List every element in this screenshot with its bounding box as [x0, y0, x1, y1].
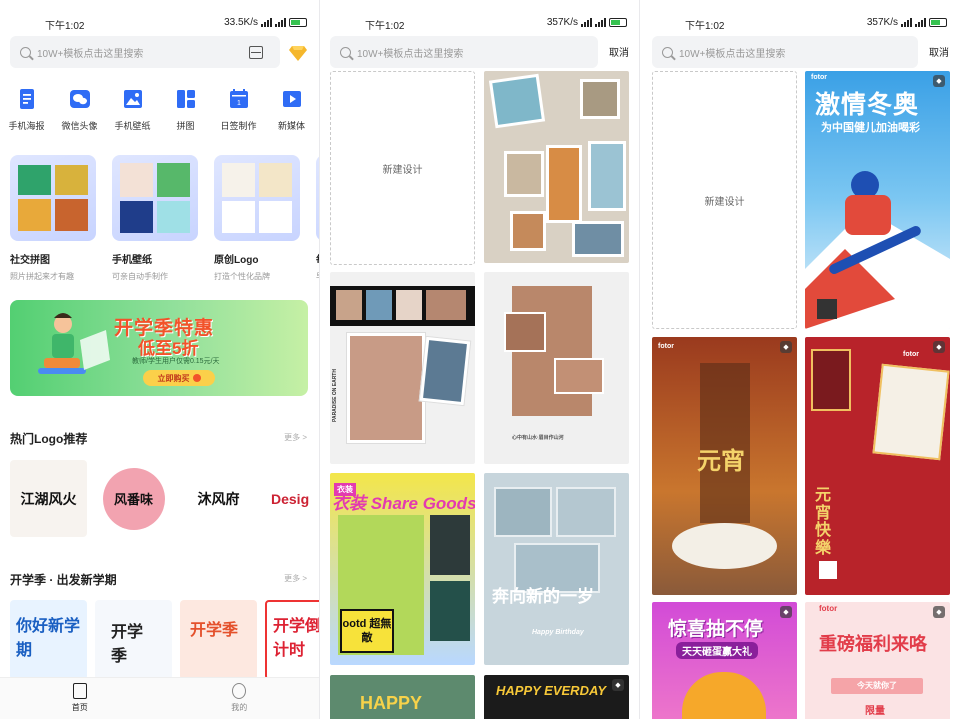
school-poster[interactable]: 开学倒计时: [265, 600, 319, 680]
template-tile[interactable]: 奔向新的一岁 Happy Birthday: [484, 473, 629, 665]
tool-collage[interactable]: 拼图: [159, 88, 212, 132]
collage-icon: [175, 88, 197, 110]
logo-card[interactable]: 风番味: [95, 460, 172, 537]
wechat-avatar-icon: [69, 88, 91, 110]
signal-icon: [261, 18, 272, 27]
battery-icon: [289, 18, 307, 27]
category-original-logo[interactable]: 原创Logo 打造个性化品牌: [214, 155, 300, 282]
category-thumb: [214, 155, 300, 241]
tool-phone-poster[interactable]: 手机海报: [0, 88, 53, 132]
template-tile[interactable]: 惊喜抽不停 天天砸蛋赢大礼 ◆: [652, 602, 797, 719]
tool-daily-sign[interactable]: 1 日签制作: [212, 88, 265, 132]
vip-badge-icon: ◆: [933, 606, 945, 618]
search-icon: [662, 46, 673, 58]
cancel-button[interactable]: 取消: [929, 44, 949, 59]
search-input[interactable]: 10W+模板点击这里搜索: [10, 36, 280, 68]
template-tile[interactable]: 衣装 衣装 Share Goods ootd 超無敵: [330, 473, 475, 665]
logo-card[interactable]: 江湖风火: [10, 460, 87, 537]
search-input[interactable]: 10W+模板点击这里搜索: [652, 36, 918, 68]
profile-icon: [232, 683, 247, 699]
category-row: 社交拼图 照片拼起来才有趣 手机壁纸 可亲自动手制作 原创Logo 打造个性化品…: [10, 155, 319, 282]
school-section-title: 开学季 · 出发新学期: [10, 573, 117, 587]
template-tile[interactable]: fotor 重磅福利来咯 今天就你了 限量 ◆: [805, 602, 950, 719]
banner-note: 教师/学生用户仅需0.15元/天: [132, 358, 220, 365]
promo-banner[interactable]: 开学季特惠 低至5折 教师/学生用户仅需0.15元/天 立即购买: [10, 300, 308, 396]
vip-badge-icon: ◆: [780, 341, 792, 353]
tool-row: 手机海报 微信头像 手机壁纸 拼图 1 日签制作 新媒体: [0, 88, 319, 132]
school-poster[interactable]: 开学季: [95, 600, 172, 680]
snowboarder-illustration: [805, 171, 950, 329]
tab-home[interactable]: 首页: [0, 678, 160, 719]
bottom-tab-bar: 首页 我的: [0, 677, 319, 719]
tab-mine[interactable]: 我的: [160, 678, 320, 719]
signal-icon: [275, 18, 286, 27]
category-thumb: [10, 155, 96, 241]
svg-text:1: 1: [237, 100, 241, 107]
template-tile[interactable]: HAPPY EVERDAY ◆: [484, 675, 629, 719]
signal-icon: [581, 18, 592, 27]
signal-icon: [595, 18, 606, 27]
category-wallpaper[interactable]: 手机壁纸 可亲自动手制作: [112, 155, 198, 282]
template-tile[interactable]: 心中有山水·眉目作山河: [484, 272, 629, 464]
logo-card[interactable]: Desig: [265, 460, 319, 537]
vip-badge-icon: ◆: [933, 75, 945, 87]
vip-badge-icon: ◆: [933, 341, 945, 353]
battery-icon: [929, 18, 947, 27]
home-screen: 下午1:02 33.5K/s 10W+模板点击这里搜索 手机海报 微信头像 手机…: [0, 0, 319, 719]
home-icon: [72, 683, 87, 699]
tool-new-media[interactable]: 新媒体: [265, 88, 318, 132]
vip-badge-icon: ◆: [780, 606, 792, 618]
phone-poster-icon: [16, 88, 38, 110]
search-input[interactable]: 10W+模板点击这里搜索: [330, 36, 598, 68]
category-thumb: [316, 155, 319, 241]
status-time: 下午1:02: [45, 21, 85, 32]
new-design-card[interactable]: 新建设计: [652, 71, 797, 329]
tool-wechat-avatar[interactable]: 微信头像: [53, 88, 106, 132]
template-screen-1: 下午1:02 357K/s 10W+模板点击这里搜索 取消 新建设计 PARAD…: [320, 0, 639, 719]
logo-card[interactable]: 沐风府: [180, 460, 257, 537]
new-design-card[interactable]: 新建设计: [330, 71, 475, 265]
template-tile[interactable]: fotor 元宵 ◆: [652, 337, 797, 595]
calendar-icon: 1: [228, 88, 250, 110]
school-more-link[interactable]: 更多 >: [284, 573, 307, 584]
template-tile[interactable]: PARADISE ON EARTH: [330, 272, 475, 464]
vip-diamond-icon[interactable]: [289, 45, 307, 61]
signal-icon: [915, 18, 926, 27]
template-tile[interactable]: fotor 激情冬奥 为中国健儿加油喝彩 ◆: [805, 71, 950, 329]
category-social-collage[interactable]: 社交拼图 照片拼起来才有趣: [10, 155, 96, 282]
template-tile[interactable]: [484, 71, 629, 263]
vip-badge-icon: ◆: [612, 679, 624, 691]
play-arrow-icon: [192, 374, 201, 382]
net-speed: 33.5K/s: [224, 17, 258, 28]
template-column-left: 新建设计: [652, 71, 797, 329]
school-poster-list: 你好新学期 开学季 开学季 开学倒计时: [10, 600, 319, 680]
template-screen-2: 下午1:02 357K/s 10W+模板点击这里搜索 取消 新建设计 fotor…: [640, 0, 957, 719]
school-poster[interactable]: 开学季: [180, 600, 257, 680]
school-poster[interactable]: 你好新学期: [10, 600, 87, 680]
play-icon: [281, 88, 303, 110]
buy-now-button[interactable]: 立即购买: [143, 370, 215, 386]
template-column-left: 新建设计: [330, 71, 475, 265]
category-daily[interactable]: 每日 早安: [316, 155, 319, 282]
search-placeholder: 10W+模板点击这里搜索: [37, 48, 144, 60]
logo-list: 江湖风火 风番味 沐风府 Desig: [10, 460, 319, 537]
tool-wallpaper[interactable]: 手机壁纸: [106, 88, 159, 132]
battery-icon: [609, 18, 627, 27]
wallpaper-icon: [122, 88, 144, 110]
template-tile[interactable]: fotor 元宵快樂 ◆: [805, 337, 950, 595]
banner-illustration: [38, 313, 110, 374]
search-icon: [340, 46, 351, 58]
category-thumb: [112, 155, 198, 241]
template-tile[interactable]: HAPPY: [330, 675, 475, 719]
logo-section-title: 热门Logo推荐: [10, 432, 88, 446]
scan-icon[interactable]: [249, 46, 263, 59]
search-icon: [20, 46, 31, 58]
cancel-button[interactable]: 取消: [609, 44, 629, 59]
logo-more-link[interactable]: 更多 >: [284, 432, 307, 443]
signal-icon: [901, 18, 912, 27]
